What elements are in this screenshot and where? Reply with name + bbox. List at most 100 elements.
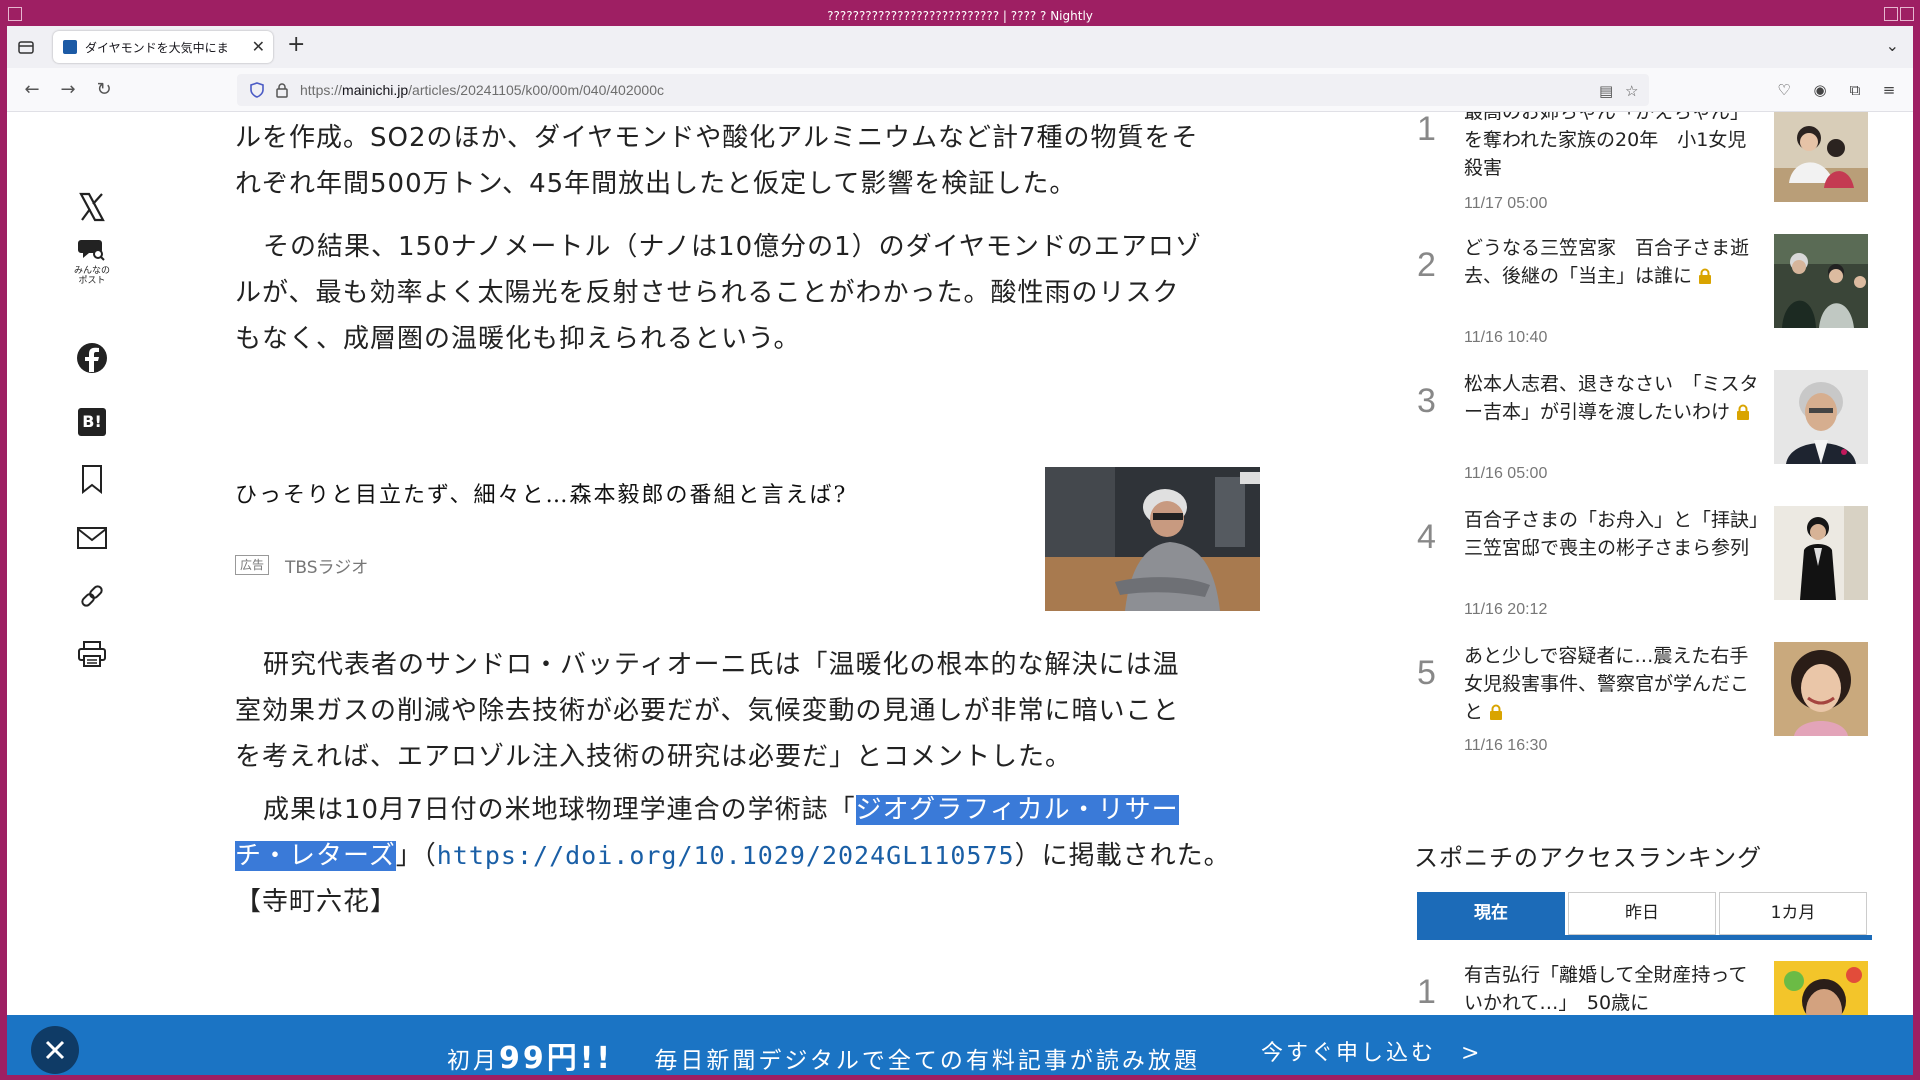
paragraph-line: その結果、150ナノメートル（ナノは10億分の1）のダイヤモンドのエアロゾ	[263, 232, 1202, 262]
rank-thumbnail[interactable]	[1774, 112, 1868, 202]
minna-label-2: ポスト	[78, 276, 106, 286]
promo-message[interactable]: 初月99円!! 毎日新聞デジタルで全ての有料記事が読み放題	[447, 1033, 1200, 1075]
rank-time: 11/16 20:12	[1464, 601, 1548, 618]
hatena-label: B!	[78, 408, 106, 436]
account-icon[interactable]: ◉	[1811, 81, 1829, 99]
rank-thumbnail[interactable]	[1774, 370, 1868, 464]
article-paragraph-1: ルを作成。SO2のほか、ダイヤモンドや酸化アルミニウムなど計7種の物質をそ れぞ…	[235, 115, 1245, 207]
paragraph-line: ルを作成。SO2のほか、ダイヤモンドや酸化アルミニウムなど計7種の物質をそ	[235, 123, 1199, 153]
subscription-promo-banner[interactable]: 初月99円!! 毎日新聞デジタルで全ての有料記事が読み放題 今すぐ申し込む >	[7, 1015, 1913, 1075]
reload-icon[interactable]: ↻	[93, 79, 115, 101]
article-paragraph-3: 研究代表者のサンドロ・バッティオーニ氏は「温暖化の根本的な解決には温 室効果ガス…	[235, 642, 1245, 780]
tab-now[interactable]: 現在	[1417, 892, 1565, 935]
rank-title[interactable]: あと少しで容疑者に…震えた右手 女児殺害事件、警察官が学んだこと	[1464, 642, 1767, 726]
rank-number: 5	[1417, 654, 1436, 692]
rank-title[interactable]: 松本人志君、退きなさい 「ミスター吉本」が引導を渡したいわけ	[1464, 370, 1764, 426]
ad-image[interactable]	[1045, 467, 1260, 611]
promo-close-button[interactable]	[31, 1026, 79, 1074]
browser-window: ダイヤモンドを大気中にま ✕ + ⌄ ← → ↻ https://mainich…	[7, 26, 1913, 1075]
nav-bar: ← → ↻ https://mainichi.jp/articles/20241…	[7, 68, 1913, 112]
tab-overflow-chevron-icon[interactable]: ⌄	[1886, 36, 1899, 55]
sponsored-ad[interactable]: ひっそりと目立たず、細々と…森本毅郎の番組と言えば? 広告 TBSラジオ	[235, 467, 1260, 612]
bookmark-star-icon[interactable]: ☆	[1625, 82, 1638, 100]
reader-view-icon[interactable]: ▤	[1599, 82, 1613, 100]
paragraph-line: ルが、最も効率よく太陽光を反射させられることがわかった。酸性雨のリスク	[235, 278, 1180, 308]
rank-thumbnail[interactable]	[1774, 506, 1868, 600]
doi-link[interactable]: https://doi.org/10.1029/2024GL110575	[437, 841, 1015, 870]
ranking-item[interactable]: 4 百合子さまの「お舟入」と「拝訣」 三笠宮邸で喪主の彬子さまら参列 11/16…	[1417, 506, 1877, 641]
rank-title[interactable]: どうなる三笠宮家 百合子さま逝去、後継の「当主」は誰に	[1464, 234, 1764, 290]
window-minimize-button[interactable]	[1884, 7, 1898, 21]
paid-lock-icon	[1736, 400, 1750, 420]
ad-label-badge: 広告	[235, 555, 270, 575]
url-bar[interactable]: https://mainichi.jp/articles/20241105/k0…	[237, 74, 1649, 106]
pocket-icon[interactable]: ♡	[1775, 81, 1793, 99]
sponichi-ranking-tabs: 現在 昨日 1カ月	[1417, 892, 1872, 940]
tab-strip: ダイヤモンドを大気中にま ✕ + ⌄	[7, 26, 1913, 68]
selected-text: チ・レターズ	[235, 841, 396, 871]
chat-search-icon	[78, 240, 105, 261]
rank-number: 4	[1417, 518, 1436, 556]
paragraph-line: もなく、成層圏の温暖化も抑えられるという。	[235, 324, 801, 354]
ranking-item[interactable]: 3 松本人志君、退きなさい 「ミスター吉本」が引導を渡したいわけ 11/16 0…	[1417, 370, 1877, 505]
close-icon	[45, 1040, 65, 1060]
tab-close-icon[interactable]: ✕	[252, 37, 265, 56]
rank-time: 11/17 05:00	[1464, 195, 1548, 212]
rank-thumbnail[interactable]	[1774, 234, 1868, 328]
ranking-item[interactable]: 2 どうなる三笠宮家 百合子さま逝去、後継の「当主」は誰に 11/16 10:4…	[1417, 234, 1877, 369]
bookmark-icon[interactable]	[57, 464, 127, 498]
hatena-bookmark-icon[interactable]: B!	[57, 408, 127, 436]
ranking-item[interactable]: 1 最高のお姉ちゃん「かえちゃん」を奪われた家族の20年 小1女児殺害 11/1…	[1417, 112, 1877, 233]
paragraph-line: 成果は10月7日付の米地球物理学連合の学術誌「ジオグラフィカル・リサー	[263, 795, 1179, 825]
article-paragraph-4: 成果は10月7日付の米地球物理学連合の学術誌「ジオグラフィカル・リサー チ・レタ…	[235, 787, 1245, 925]
rank-time: 11/16 16:30	[1464, 737, 1548, 754]
paid-lock-icon	[1489, 700, 1503, 720]
rank-number: 1	[1417, 973, 1436, 1011]
forward-icon[interactable]: →	[57, 79, 79, 101]
ranking-item[interactable]: 5 あと少しで容疑者に…震えた右手 女児殺害事件、警察官が学んだこと 11/16…	[1417, 642, 1877, 777]
new-tab-button[interactable]: +	[287, 34, 305, 56]
tab-title: ダイヤモンドを大気中にま	[85, 41, 229, 55]
promo-prefix: 初月	[447, 1048, 499, 1074]
x-share-icon[interactable]	[57, 192, 127, 226]
rank-title[interactable]: 百合子さまの「お舟入」と「拝訣」 三笠宮邸で喪主の彬子さまら参列	[1464, 506, 1778, 562]
link-copy-icon[interactable]	[57, 582, 127, 614]
rank-number: 2	[1417, 246, 1436, 284]
mail-icon[interactable]	[57, 526, 127, 554]
tab-one-month[interactable]: 1カ月	[1719, 892, 1867, 935]
rank-time: 11/16 10:40	[1464, 329, 1548, 346]
window-maximize-button[interactable]	[1900, 7, 1914, 21]
rank-number: 3	[1417, 382, 1436, 420]
window-titlebar: ??????????????????????????? | ???? ? Nig…	[0, 0, 1920, 26]
paragraph-line: チ・レターズ」（https://doi.org/10.1029/2024GL11…	[235, 841, 1231, 871]
app-menu-icon[interactable]: ≡	[1880, 81, 1898, 99]
promo-price: 99円!!	[499, 1041, 614, 1075]
tab-active[interactable]: ダイヤモンドを大気中にま ✕	[53, 31, 273, 63]
minna-no-post-button[interactable]: みんなの ポスト	[57, 236, 127, 286]
extensions-icon[interactable]: ⧉	[1846, 81, 1864, 99]
ad-title[interactable]: ひっそりと目立たず、細々と…森本毅郎の番組と言えば?	[235, 477, 847, 509]
rank-title[interactable]: 最高のお姉ちゃん「かえちゃん」を奪われた家族の20年 小1女児殺害	[1464, 112, 1764, 182]
paragraph-line: れぞれ年間500万トン、45年間放出したと仮定して影響を検証した。	[235, 169, 1077, 199]
rank-number: 1	[1417, 112, 1436, 148]
byline: 【寺町六花】	[235, 887, 398, 917]
selected-text: ジオグラフィカル・リサー	[855, 795, 1179, 825]
rank-thumbnail[interactable]	[1774, 642, 1868, 736]
tab-yesterday[interactable]: 昨日	[1568, 892, 1716, 935]
rank-time: 11/16 05:00	[1464, 465, 1548, 482]
print-icon[interactable]	[57, 640, 127, 672]
lock-icon[interactable]	[274, 82, 290, 98]
tracking-shield-icon[interactable]	[249, 82, 265, 98]
ad-source: TBSラジオ	[285, 558, 369, 578]
facebook-share-icon[interactable]	[57, 342, 127, 378]
sponichi-ranking-heading: スポニチのアクセスランキング	[1414, 844, 1763, 872]
promo-subscribe-link[interactable]: 今すぐ申し込む >	[1261, 1035, 1482, 1067]
paid-lock-icon	[1698, 264, 1712, 284]
tab-list-icon[interactable]	[17, 38, 35, 56]
favicon-icon	[63, 40, 77, 54]
back-icon[interactable]: ←	[21, 79, 43, 101]
rank-title[interactable]: 有吉弘行「離婚して全財産持っていかれて…」 50歳に	[1464, 961, 1764, 1017]
promo-middle: 毎日新聞デジタルで全ての有料記事が読み放題	[654, 1048, 1200, 1074]
url-text: https://mainichi.jp/articles/20241105/k0…	[300, 82, 664, 98]
window-title: ??????????????????????????? | ???? ? Nig…	[827, 9, 1093, 23]
